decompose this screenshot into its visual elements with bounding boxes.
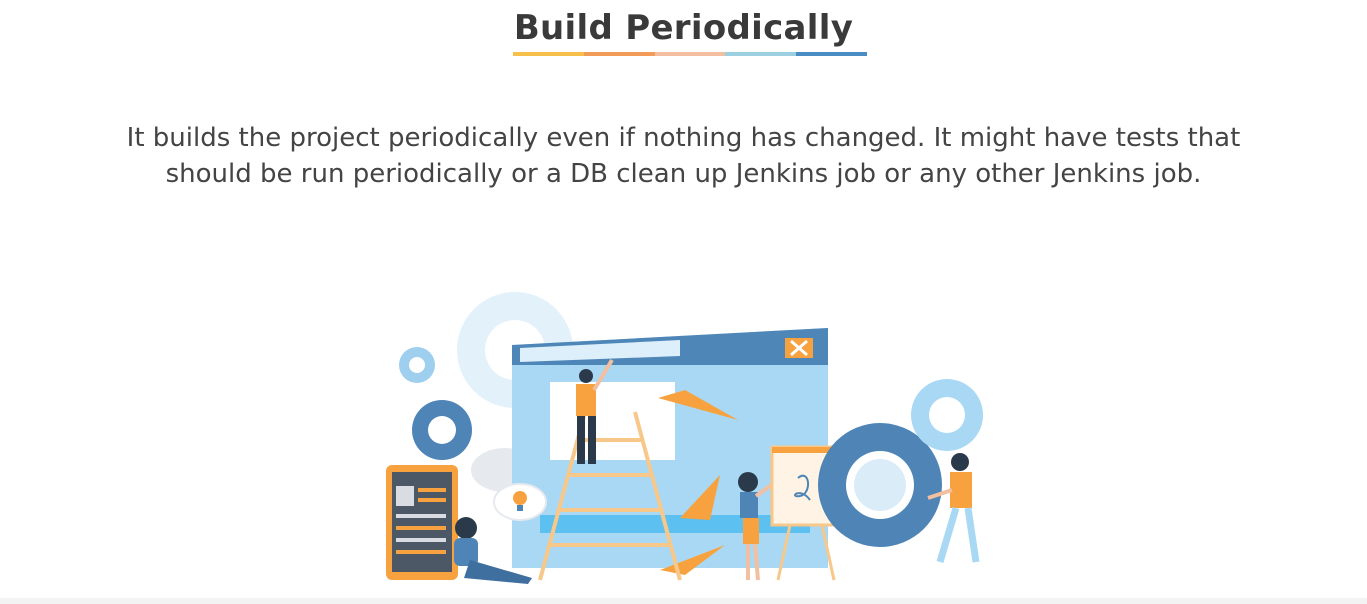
small-gear-top-left-icon (399, 347, 435, 383)
description-line-1: It builds the project periodically even … (126, 123, 1241, 153)
underline-segment-2 (583, 52, 655, 56)
lightbulb-icon (493, 483, 547, 521)
underline-segment-4 (725, 52, 797, 56)
small-gear-right-icon (911, 379, 983, 451)
underline-segment-3 (654, 52, 726, 56)
title-underline (513, 52, 867, 56)
slide-title: Build Periodically (513, 8, 854, 48)
description-line-2: should be run periodically or a DB clean… (165, 159, 1202, 189)
tablet-device (386, 465, 458, 580)
underline-segment-5 (796, 52, 867, 56)
underline-segment-1 (513, 52, 584, 56)
bottom-strip (0, 598, 1367, 604)
description: It builds the project periodically even … (40, 120, 1327, 192)
gear-dark-left-icon (412, 400, 472, 460)
team-working-illustration (386, 292, 983, 584)
